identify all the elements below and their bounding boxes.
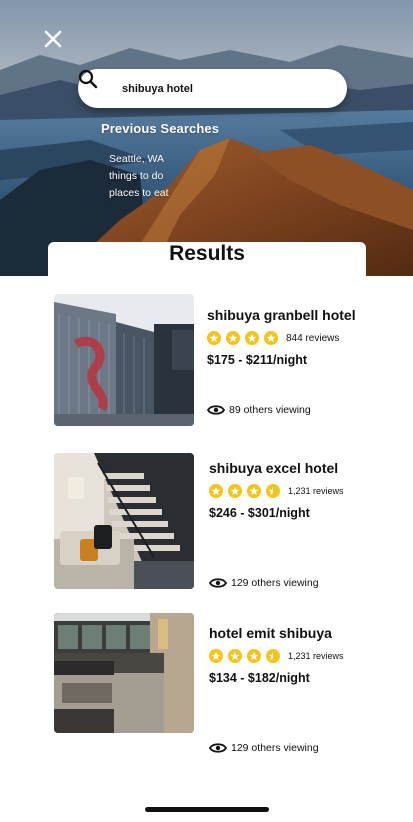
star-icon bbox=[228, 484, 242, 498]
price-range: $134 - $182/night bbox=[209, 671, 310, 685]
eye-icon bbox=[207, 404, 225, 416]
search-icon[interactable] bbox=[78, 69, 112, 100]
star-icon bbox=[247, 649, 261, 663]
previous-searches-title: Previous Searches bbox=[101, 121, 220, 136]
rating-stars: 1,231 reviews bbox=[209, 484, 344, 498]
star-icon bbox=[245, 331, 259, 345]
star-icon bbox=[207, 331, 221, 345]
half-star-icon bbox=[266, 484, 280, 498]
price-range: $246 - $301/night bbox=[209, 506, 310, 520]
review-count[interactable]: 844 reviews bbox=[286, 333, 339, 344]
results-title: Results bbox=[169, 242, 245, 265]
hotel-card[interactable]: shibuya excel hotel 1,231 reviews $246 -… bbox=[54, 453, 374, 589]
hotel-name[interactable]: shibuya excel hotel bbox=[209, 460, 338, 476]
viewers-text: 89 others viewing bbox=[229, 404, 311, 416]
review-count[interactable]: 1,231 reviews bbox=[288, 486, 344, 496]
star-icon bbox=[226, 331, 240, 345]
hotel-card[interactable]: shibuya granbell hotel 844 reviews $175 … bbox=[54, 294, 374, 426]
price-range: $175 - $211/night bbox=[207, 353, 308, 367]
hero-banner: Previous Searches Seattle, WA things to … bbox=[0, 0, 413, 276]
hotel-name[interactable]: shibuya granbell hotel bbox=[207, 307, 356, 323]
star-icon bbox=[228, 649, 242, 663]
previous-searches-list: Seattle, WA things to do places to eat bbox=[109, 151, 169, 202]
hotel-photo[interactable] bbox=[54, 453, 194, 589]
viewers-text: 129 others viewing bbox=[231, 577, 319, 589]
hotel-photo[interactable] bbox=[54, 613, 194, 733]
half-star-icon bbox=[266, 649, 280, 663]
close-icon bbox=[44, 30, 62, 48]
close-button[interactable] bbox=[44, 30, 68, 54]
previous-search-item[interactable]: Seattle, WA bbox=[109, 151, 169, 168]
results-header: Results bbox=[48, 242, 366, 282]
viewers-count: 129 others viewing bbox=[209, 742, 319, 754]
star-icon bbox=[264, 331, 278, 345]
previous-search-item[interactable]: things to do bbox=[109, 168, 169, 185]
star-icon bbox=[209, 484, 223, 498]
review-count[interactable]: 1,231 reviews bbox=[288, 651, 344, 661]
previous-search-item[interactable]: places to eat bbox=[109, 185, 169, 202]
rating-stars: 1,231 reviews bbox=[209, 649, 344, 663]
viewers-text: 129 others viewing bbox=[231, 742, 319, 754]
star-icon bbox=[209, 649, 223, 663]
search-input[interactable] bbox=[122, 82, 322, 95]
hotel-name[interactable]: hotel emit shibuya bbox=[209, 625, 332, 641]
viewers-count: 129 others viewing bbox=[209, 577, 319, 589]
search-bar[interactable] bbox=[78, 69, 347, 108]
hotel-photo[interactable] bbox=[54, 294, 194, 426]
eye-icon bbox=[209, 742, 227, 754]
rating-stars: 844 reviews bbox=[207, 331, 339, 345]
eye-icon bbox=[209, 577, 227, 589]
home-indicator[interactable] bbox=[145, 807, 269, 812]
viewers-count: 89 others viewing bbox=[207, 404, 311, 416]
star-icon bbox=[247, 484, 261, 498]
hotel-card[interactable]: hotel emit shibuya 1,231 reviews $134 - … bbox=[54, 613, 374, 754]
